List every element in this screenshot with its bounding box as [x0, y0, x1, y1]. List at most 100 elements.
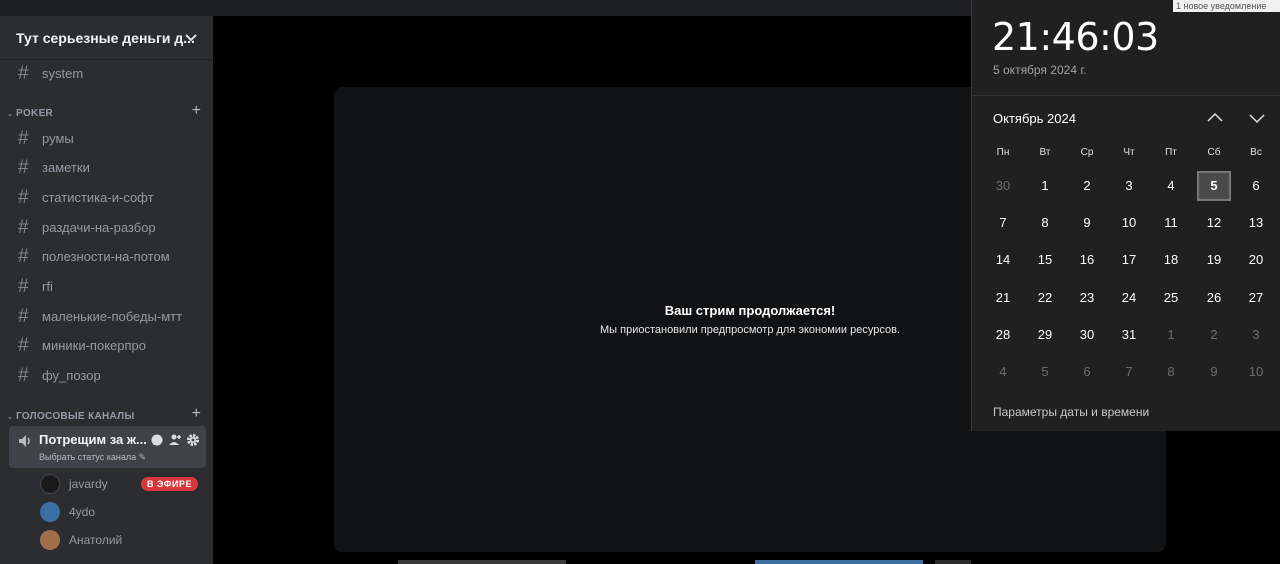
chevron-down-icon[interactable] [1247, 108, 1267, 128]
voice-channel-status[interactable]: Выбрать статус канала ✎ [39, 452, 146, 463]
channel-item[interactable]: # миники-покерпро [8, 332, 205, 360]
channel-label: статистика-и-софт [42, 189, 154, 205]
voice-channel-name: Потрещим за ж... [39, 432, 147, 447]
channel-item[interactable]: # раздачи-на-разбор [8, 213, 205, 241]
calendar-day[interactable]: 16 [1070, 245, 1104, 275]
gear-icon[interactable] [186, 433, 200, 447]
calendar-day[interactable]: 15 [1028, 245, 1062, 275]
hash-icon: # [18, 305, 29, 327]
user-name: javardy [69, 477, 108, 491]
voice-user[interactable]: 4ydo [40, 500, 205, 524]
calendar-day[interactable]: 30 [1070, 320, 1104, 350]
channel-label: полезности-на-потом [42, 249, 170, 265]
calendar-day[interactable]: 22 [1028, 283, 1062, 313]
hash-icon: # [18, 365, 29, 387]
calendar-day[interactable]: 13 [1239, 208, 1273, 238]
add-channel-icon[interactable]: + [192, 102, 201, 120]
calendar-day[interactable]: 21 [986, 283, 1020, 313]
stream-thumbnail[interactable] [935, 560, 971, 564]
calendar-day[interactable]: 6 [1070, 357, 1104, 387]
avatar [40, 502, 60, 522]
channel-item[interactable]: # заметки [8, 154, 205, 182]
hash-icon: # [18, 246, 29, 268]
invite-user-icon[interactable] [168, 433, 182, 447]
calendar-day[interactable]: 20 [1239, 245, 1273, 275]
stream-thumbnail[interactable] [398, 560, 566, 564]
clock-date[interactable]: 5 октября 2024 г. [993, 63, 1087, 77]
calendar-day[interactable]: 7 [1112, 357, 1146, 387]
channel-item[interactable]: # маленькие-победы-мтт [8, 302, 205, 330]
calendar-day[interactable]: 19 [1197, 245, 1231, 275]
calendar-day[interactable]: 3 [1112, 171, 1146, 201]
channel-item[interactable]: # полезности-на-потом [8, 243, 205, 271]
calendar-day[interactable]: 23 [1070, 283, 1104, 313]
calendar-day[interactable]: 9 [1070, 208, 1104, 238]
calendar-day[interactable]: 10 [1239, 357, 1273, 387]
calendar-day[interactable]: 3 [1239, 320, 1273, 350]
calendar-day[interactable]: 18 [1154, 245, 1188, 275]
weekday-label: Чт [1123, 147, 1135, 158]
avatar [40, 530, 60, 550]
user-name: Анатолий [69, 533, 123, 547]
channel-item[interactable]: # rfi [8, 273, 205, 301]
stream-thumbnail[interactable] [755, 560, 923, 564]
channel-item[interactable]: # статистика-и-софт [8, 183, 205, 211]
server-header[interactable]: Тут серьезные деньги д... [0, 16, 213, 60]
weekday-label: Ср [1080, 147, 1094, 158]
voice-user[interactable]: Анатолий [40, 528, 205, 552]
calendar-day[interactable]: 17 [1112, 245, 1146, 275]
chevron-down-icon: ⌄ [6, 411, 14, 421]
channel-label: миники-покерпро [42, 338, 146, 354]
category-voice[interactable]: ⌄ ГОЛОСОВЫЕ КАНАЛЫ + [4, 405, 209, 425]
calendar-day[interactable]: 1 [1154, 320, 1188, 350]
channel-item[interactable]: # фу_позор [8, 362, 205, 390]
calendar-day[interactable]: 26 [1197, 283, 1231, 313]
calendar-day[interactable]: 24 [1112, 283, 1146, 313]
chevron-up-icon[interactable] [1205, 108, 1225, 128]
voice-channel[interactable]: Потрещим за ж... Выбрать статус канала ✎ [9, 426, 206, 468]
calendar-day[interactable]: 31 [1112, 320, 1146, 350]
server-name: Тут серьезные деньги д... [16, 29, 195, 46]
calendar-day[interactable]: 8 [1028, 208, 1062, 238]
category-label: ГОЛОСОВЫЕ КАНАЛЫ [16, 410, 135, 422]
category-label: POKER [16, 107, 54, 119]
calendar-day[interactable]: 11 [1154, 208, 1188, 238]
avatar [40, 474, 60, 494]
calendar-day[interactable]: 9 [1197, 357, 1231, 387]
channel-label: system [42, 65, 84, 81]
hash-icon: # [18, 186, 29, 208]
calendar-day[interactable]: 1 [1028, 171, 1062, 201]
calendar-day[interactable]: 8 [1154, 357, 1188, 387]
hash-icon: # [18, 62, 29, 84]
calendar-day[interactable]: 27 [1239, 283, 1273, 313]
calendar-day[interactable]: 4 [1154, 171, 1188, 201]
month-label[interactable]: Октябрь 2024 [993, 111, 1076, 126]
calendar-day[interactable]: 2 [1197, 320, 1231, 350]
chevron-down-icon [185, 34, 197, 42]
channel-system[interactable]: # system [8, 59, 205, 87]
clock-time: 21:46:03 [992, 15, 1159, 59]
calendar-day[interactable]: 7 [986, 208, 1020, 238]
weekday-label: Вт [1039, 147, 1051, 158]
calendar-day[interactable]: 30 [986, 171, 1020, 201]
voice-user[interactable]: javardy В ЭФИРЕ [40, 472, 205, 496]
notification-toast[interactable]: 1 новое уведомление [1173, 0, 1280, 12]
calendar-day[interactable]: 28 [986, 320, 1020, 350]
date-time-settings-link[interactable]: Параметры даты и времени [993, 405, 1149, 419]
channel-item[interactable]: # румы [8, 124, 205, 152]
calendar-day[interactable]: 5 [1028, 357, 1062, 387]
divider [972, 95, 1280, 96]
chat-icon[interactable] [150, 433, 164, 447]
calendar-day[interactable]: 29 [1028, 320, 1062, 350]
calendar-day[interactable]: 2 [1070, 171, 1104, 201]
calendar-day-today[interactable]: 5 [1197, 171, 1231, 201]
add-channel-icon[interactable]: + [192, 405, 201, 423]
hash-icon: # [18, 127, 29, 149]
calendar-day[interactable]: 4 [986, 357, 1020, 387]
calendar-day[interactable]: 25 [1154, 283, 1188, 313]
category-poker[interactable]: ⌄ POKER + [4, 102, 209, 122]
calendar-day[interactable]: 6 [1239, 171, 1273, 201]
calendar-day[interactable]: 12 [1197, 208, 1231, 238]
calendar-day[interactable]: 14 [986, 245, 1020, 275]
calendar-day[interactable]: 10 [1112, 208, 1146, 238]
